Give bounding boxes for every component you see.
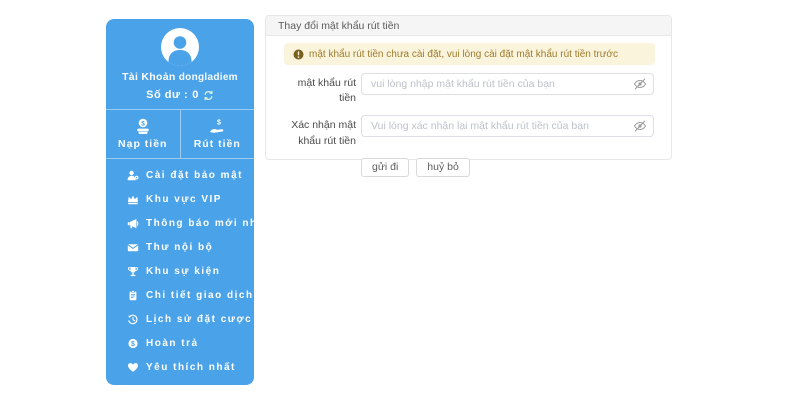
withdraw-password-label: mật khẩu rút tiền xyxy=(284,73,356,106)
warning-icon xyxy=(293,49,304,60)
sidebar-item-label: Khu sự kiện xyxy=(146,266,220,277)
sidebar-item-latest-announcements[interactable]: Thông báo mới nhất xyxy=(106,211,254,235)
trophy-icon xyxy=(127,266,139,277)
confirm-password-row: Xác nhận mật khẩu rút tiền xyxy=(284,115,654,148)
withdraw-button[interactable]: $ Rút tiền xyxy=(180,110,255,158)
panel-header: Thay đổi mật khẩu rút tiền xyxy=(266,16,671,36)
deposit-button[interactable]: $ Nạp tiền xyxy=(106,110,180,158)
refresh-balance-icon[interactable] xyxy=(203,90,214,101)
money-actions: $ Nạp tiền $ Rút tiền xyxy=(106,110,254,158)
warning-alert: mật khẩu rút tiền chưa cài đặt, vui lòng… xyxy=(284,43,655,65)
sidebar-item-vip-zone[interactable]: Khu vực VIP xyxy=(106,187,254,211)
balance-label: Số dư : xyxy=(146,89,188,101)
change-withdraw-password-panel: Thay đổi mật khẩu rút tiền mật khẩu rút … xyxy=(265,15,672,160)
sidebar-item-label: Yêu thích nhất xyxy=(146,362,236,373)
cancel-button[interactable]: huỷ bỏ xyxy=(416,158,470,177)
sidebar-item-events-zone[interactable]: Khu sự kiện xyxy=(106,259,254,283)
clipboard-icon xyxy=(127,290,139,301)
svg-text:$: $ xyxy=(217,120,221,127)
confirm-password-input[interactable] xyxy=(361,115,654,137)
confirm-password-label: Xác nhận mật khẩu rút tiền xyxy=(284,115,356,148)
sidebar-item-label: Chi tiết giao dịch xyxy=(146,290,254,301)
panel-title: Thay đổi mật khẩu rút tiền xyxy=(278,20,399,32)
page: Tài Khoản dongladiem Số dư : 0 xyxy=(0,0,800,400)
username: dongladiem xyxy=(179,72,238,83)
sidebar-item-bet-history[interactable]: Lịch sử đặt cược xyxy=(106,307,254,331)
deposit-coin-icon: $ xyxy=(134,118,152,135)
sidebar-item-internal-mail[interactable]: Thư nội bộ xyxy=(106,235,254,259)
account-name-line: Tài Khoản dongladiem xyxy=(106,71,254,83)
withdraw-label: Rút tiền xyxy=(194,138,241,150)
submit-button[interactable]: gửi đi xyxy=(361,158,409,177)
balance-value: 0 xyxy=(192,89,199,101)
bullhorn-icon xyxy=(127,218,139,229)
history-icon xyxy=(127,314,139,325)
heart-icon xyxy=(127,362,139,373)
warning-text: mật khẩu rút tiền chưa cài đặt, vui lòng… xyxy=(309,49,618,60)
sidebar-item-label: Thư nội bộ xyxy=(146,242,213,253)
sidebar-item-label: Cài đặt bảo mật xyxy=(146,170,243,181)
avatar xyxy=(161,28,199,66)
svg-text:$: $ xyxy=(141,120,145,127)
sidebar-item-label: Khu vực VIP xyxy=(146,194,222,205)
form-actions: gửi đi huỷ bỏ xyxy=(361,158,671,177)
sidebar-item-security-settings[interactable]: Cài đặt bảo mật xyxy=(106,163,254,187)
withdraw-hand-icon: $ xyxy=(208,118,226,135)
sidebar-item-transaction-details[interactable]: Chi tiết giao dịch xyxy=(106,283,254,307)
sidebar-item-label: Lịch sử đặt cược xyxy=(146,314,252,325)
account-section: Tài Khoản dongladiem Số dư : 0 xyxy=(106,19,254,109)
eye-slash-icon[interactable] xyxy=(633,120,647,132)
account-label: Tài Khoản xyxy=(122,71,175,83)
sidebar-item-label: Thông báo mới nhất xyxy=(146,218,270,229)
envelope-icon xyxy=(127,242,139,253)
user-cog-icon xyxy=(127,170,139,181)
sidebar-item-label: Hoàn trả xyxy=(146,338,199,349)
balance-line: Số dư : 0 xyxy=(106,89,254,101)
sidebar-item-rebate[interactable]: $ Hoàn trả xyxy=(106,331,254,355)
withdraw-password-input[interactable] xyxy=(361,73,654,95)
eye-slash-icon[interactable] xyxy=(633,78,647,90)
deposit-label: Nạp tiền xyxy=(118,138,167,150)
crown-icon xyxy=(127,194,139,205)
svg-text:$: $ xyxy=(131,341,135,348)
withdraw-password-row: mật khẩu rút tiền xyxy=(284,73,654,106)
sidebar-menu: Cài đặt bảo mật Khu vực VIP xyxy=(106,159,254,385)
sidebar: Tài Khoản dongladiem Số dư : 0 xyxy=(106,19,254,385)
sidebar-item-favorites[interactable]: Yêu thích nhất xyxy=(106,355,254,379)
refund-icon: $ xyxy=(127,338,139,349)
